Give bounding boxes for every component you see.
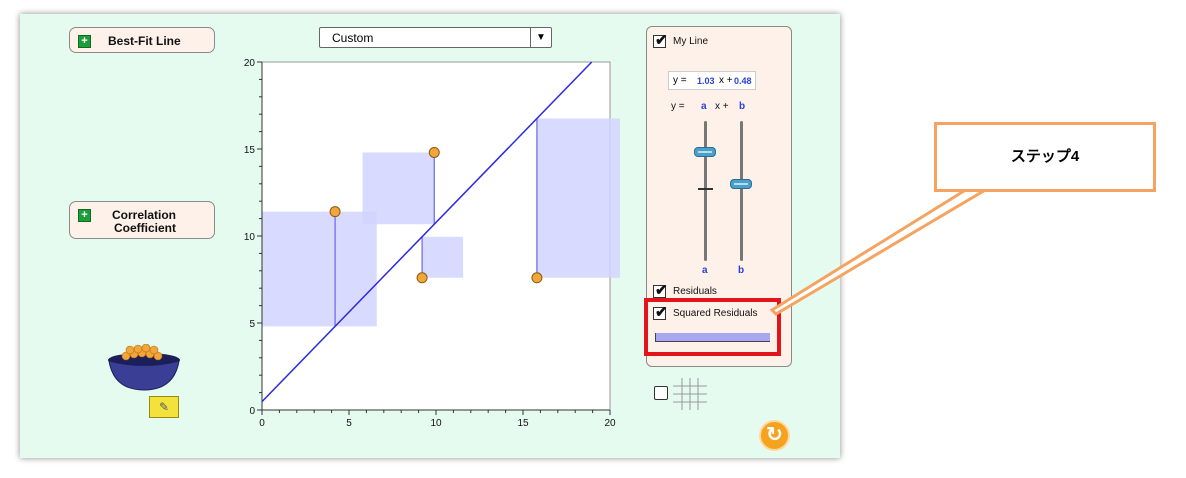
step-callout: ステップ4 [934, 122, 1156, 192]
callout-pointer [769, 184, 998, 316]
step-callout-text: ステップ4 [1010, 148, 1080, 165]
